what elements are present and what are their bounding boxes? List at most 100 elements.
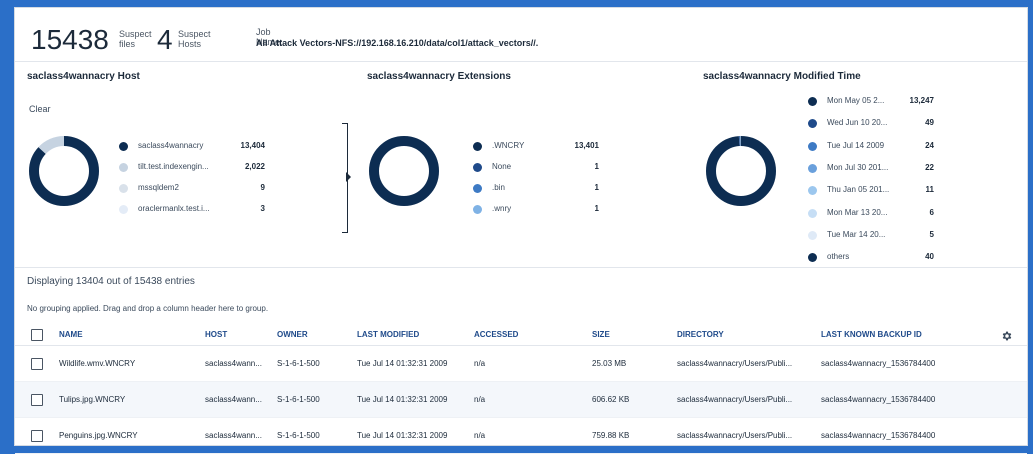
legend-swatch <box>808 97 817 106</box>
column-header-last-modified[interactable]: LAST MODIFIED <box>357 330 419 339</box>
legend-count: 24 <box>925 140 934 150</box>
legend-count: 1 <box>594 183 599 192</box>
legend-label: Mon May 05 2... <box>827 96 885 105</box>
legend-count: 9 <box>260 183 265 192</box>
column-header-name[interactable]: NAME <box>59 330 83 339</box>
legend-label: Wed Jun 10 20... <box>827 118 888 128</box>
legend-swatch <box>808 119 817 129</box>
legend-count: 1 <box>594 204 599 213</box>
legend-swatch <box>808 230 817 240</box>
cell-last-modified: Tue Jul 14 01:32:31 2009 <box>357 395 448 404</box>
legend-swatch <box>473 205 482 214</box>
legend-label: mssqldem2 <box>138 183 179 192</box>
cell-owner: S-1-6-1-500 <box>277 395 320 404</box>
cell-last-modified: Tue Jul 14 01:32:31 2009 <box>357 431 448 440</box>
legend-item-none[interactable]: None 1 <box>473 161 599 175</box>
legend-label: others <box>827 252 850 262</box>
legend-swatch <box>119 142 128 151</box>
display-count-text: Displaying 13404 out of 15438 entries <box>27 276 195 287</box>
cell-last-modified: Tue Jul 14 01:32:31 2009 <box>357 359 448 368</box>
clear-filter-link[interactable]: Clear <box>29 104 51 114</box>
legend-item-mon-mar-13-20[interactable]: Mon Mar 13 20... 6 <box>808 207 934 221</box>
cell-backup-id: saclass4wannacry_1536784400 <box>821 431 936 440</box>
cell-accessed: n/a <box>474 431 486 440</box>
legend-item-tilt-test-indexengin[interactable]: tilt.test.indexengin... 2,022 <box>119 161 265 175</box>
legend-item-mssqldem2[interactable]: mssqldem2 9 <box>119 182 265 196</box>
legend-label: Mon Mar 13 20... <box>827 207 888 217</box>
row-checkbox[interactable] <box>31 430 43 442</box>
legend-swatch <box>473 184 482 193</box>
legend-item-wnry[interactable]: .wnry 1 <box>473 203 599 217</box>
donut-slice-wncry[interactable] <box>369 136 439 206</box>
cell-backup-id: saclass4wannacry_1536784400 <box>821 359 936 368</box>
legend-label: Tue Mar 14 20... <box>827 229 886 239</box>
legend-label: .bin <box>492 183 505 192</box>
legend-count: 13,401 <box>574 141 599 150</box>
suspect-files-label: Suspect files <box>119 29 152 49</box>
table-row[interactable]: Tulips.jpg.WNCRY saclass4wann... S-1-6-1… <box>15 382 1027 418</box>
legend-swatch <box>808 163 817 173</box>
legend-item-saclass4wannacry[interactable]: saclass4wannacry 13,404 <box>119 140 265 154</box>
table-row[interactable]: Wildlife.wmv.WNCRY saclass4wann... S-1-6… <box>15 346 1027 382</box>
legend-count: 22 <box>925 162 934 172</box>
summary-divider <box>15 61 1027 62</box>
legend-label: tilt.test.indexengin... <box>138 162 209 171</box>
legend-item-tue-jul-14-2009[interactable]: Tue Jul 14 2009 24 <box>808 140 934 154</box>
legend-label: Thu Jan 05 201... <box>827 185 890 195</box>
cell-directory: saclass4wannacry/Users/Publi... <box>677 395 793 404</box>
legend-item-others[interactable]: others 40 <box>808 251 934 265</box>
column-header-size[interactable]: SIZE <box>592 330 610 339</box>
modified-time-donut-chart[interactable] <box>704 134 778 208</box>
row-checkbox[interactable] <box>31 358 43 370</box>
legend-item-bin[interactable]: .bin 1 <box>473 182 599 196</box>
legend-swatch <box>808 253 817 263</box>
cell-owner: S-1-6-1-500 <box>277 431 320 440</box>
legend-swatch <box>808 186 817 196</box>
select-all-checkbox[interactable] <box>31 329 43 341</box>
legend-item-wncry[interactable]: .WNCRY 13,401 <box>473 140 599 154</box>
cell-host: saclass4wann... <box>205 359 262 368</box>
cell-size: 25.03 MB <box>592 359 627 368</box>
column-header-owner[interactable]: OWNER <box>277 330 308 339</box>
row-checkbox[interactable] <box>31 394 43 406</box>
legend-item-mon-jul-30-201[interactable]: Mon Jul 30 201... 22 <box>808 162 934 176</box>
legend-swatch <box>808 208 817 218</box>
legend-item-tue-mar-14-20[interactable]: Tue Mar 14 20... 5 <box>808 229 934 243</box>
cell-accessed: n/a <box>474 359 486 368</box>
legend-count: 6 <box>929 207 934 217</box>
cell-name: Penguins.jpg.WNCRY <box>59 431 138 440</box>
suspect-hosts-count: 4 <box>157 24 173 55</box>
job-name-value: All Attack Vectors-NFS://192.168.16.210/… <box>256 38 539 48</box>
cell-owner: S-1-6-1-500 <box>277 359 320 368</box>
legend-label: Mon Jul 30 201... <box>827 162 889 172</box>
cell-directory: saclass4wannacry/Users/Publi... <box>677 359 793 368</box>
cell-backup-id: saclass4wannacry_1536784400 <box>821 395 936 404</box>
legend-item-oraclermanlx-test-i[interactable]: oraclermanlx.test.i... 3 <box>119 203 265 217</box>
table-row[interactable]: Penguins.jpg.WNCRY saclass4wann... S-1-6… <box>15 418 1027 454</box>
legend-item-wed-jun-10-20[interactable]: Wed Jun 10 20... 49 <box>808 117 934 131</box>
table-header: NAME HOST OWNER LAST MODIFIED ACCESSED S… <box>15 323 1027 346</box>
cell-name: Tulips.jpg.WNCRY <box>59 395 126 404</box>
suspect-hosts-label: Suspect Hosts <box>178 29 211 49</box>
grouping-hint: No grouping applied. Drag and drop a col… <box>27 304 269 313</box>
legend-label: .wnry <box>492 204 512 213</box>
column-header-directory[interactable]: DIRECTORY <box>677 330 724 339</box>
legend-count: 11 <box>925 185 934 195</box>
extensions-donut-chart[interactable] <box>367 134 441 208</box>
column-header-host[interactable]: HOST <box>205 330 227 339</box>
column-header-last-known-backup-id[interactable]: LAST KNOWN BACKUP ID <box>821 330 922 339</box>
cell-size: 759.88 KB <box>592 431 630 440</box>
gear-icon[interactable] <box>1001 330 1013 342</box>
legend-swatch <box>473 142 482 151</box>
donut-slice-mon-may-05-2[interactable] <box>706 136 776 206</box>
host-chart-title: saclass4wannacry Host <box>27 71 140 82</box>
legend-item-thu-jan-05-201[interactable]: Thu Jan 05 201... 11 <box>808 184 934 198</box>
modified-chart-title: saclass4wannacry Modified Time <box>703 71 861 82</box>
host-donut-chart[interactable] <box>27 134 101 208</box>
column-header-accessed[interactable]: ACCESSED <box>474 330 518 339</box>
legend-count: 13,404 <box>240 141 265 150</box>
legend-swatch <box>473 163 482 172</box>
charts-divider <box>15 267 1027 268</box>
cell-host: saclass4wann... <box>205 431 262 440</box>
legend-item-mon-may-05-2[interactable]: Mon May 05 2... 13,247 <box>808 95 934 109</box>
